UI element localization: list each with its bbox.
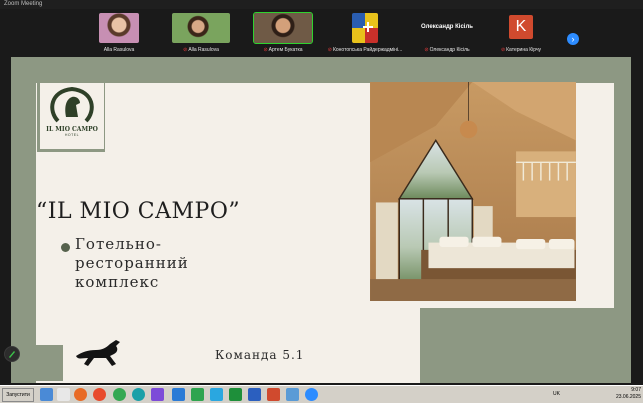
app-icon[interactable] [286, 388, 299, 401]
participant-name: ⊘Конотопська Райдержадміні... [327, 47, 403, 53]
powerpoint-icon[interactable] [267, 388, 280, 401]
mic-muted-icon: ⊘ [424, 47, 429, 53]
decor-square [420, 308, 618, 383]
participant-tile[interactable]: Олександр Кісіль ⊘Олександр Кісіль [408, 11, 486, 53]
mic-muted-icon: ⊘ [263, 47, 268, 53]
participant-avatar: K [509, 15, 533, 39]
clock-date: 23.06.2025 [615, 394, 641, 400]
system-clock[interactable]: 9:07 23.06.2025 [616, 387, 641, 401]
participant-name: ⊘Артем Букатка [263, 47, 303, 53]
participant-tile[interactable]: ⊘Артем Букатка [244, 11, 322, 53]
bullet-dot [61, 243, 70, 252]
participant-name: ⊘Олександр Кісіль [424, 47, 470, 53]
participant-tile[interactable]: K ⊘Катерина Кірчу [482, 11, 560, 53]
zoom-icon[interactable] [305, 388, 318, 401]
telegram-icon[interactable] [210, 388, 223, 401]
participant-tile[interactable]: ⊘Alla Rasulova [162, 11, 240, 53]
participant-gallery: Alla Rasulova ⊘Alla Rasulova ⊘Артем Бука… [0, 9, 643, 56]
opera-icon[interactable] [93, 388, 106, 401]
participant-tile[interactable]: Alla Rasulova [80, 11, 158, 53]
taskbar: Запустити UK 9:07 23.06.2025 [0, 385, 643, 403]
participant-video [172, 13, 230, 43]
language-indicator[interactable]: UK [553, 391, 560, 397]
window-title: Zoom Meeting [4, 1, 43, 7]
hotel-logo: IL MIO CAMPO HOTEL [40, 83, 104, 149]
start-button[interactable]: Запустити [2, 388, 34, 402]
participant-name: ⊘Катерина Кірчу [500, 47, 542, 53]
utorrent-icon[interactable] [191, 388, 204, 401]
mic-muted-icon: ⊘ [500, 47, 506, 53]
pen-icon [9, 351, 15, 358]
excel-icon[interactable] [229, 388, 242, 401]
participant-image [352, 13, 378, 43]
explorer-icon[interactable] [40, 388, 53, 401]
logo-sub-text: HOTEL [64, 133, 80, 137]
coat-of-arms-icon [352, 13, 378, 43]
clock-time: 9:07 [631, 387, 641, 393]
participant-display-name: Олександр Кісіль [421, 24, 473, 30]
participant-name: ⊘Alla Rasulova [183, 47, 219, 53]
decor-square [27, 345, 63, 381]
slide-subtitle: Готельно-ресторанний комплекс [75, 235, 189, 291]
horse-icon [76, 340, 120, 366]
logo-brand-text: IL MIO CAMPO [46, 126, 98, 133]
next-page-button[interactable]: › [567, 33, 579, 45]
word-icon[interactable] [248, 388, 261, 401]
mic-muted-icon: ⊘ [327, 47, 332, 53]
participant-video [253, 12, 313, 44]
edge-icon[interactable] [132, 388, 145, 401]
participant-tile[interactable]: ⊘Конотопська Райдержадміні... [326, 11, 404, 53]
save-icon[interactable] [172, 388, 185, 401]
team-label: Команда 5.1 [215, 348, 305, 362]
viber-icon[interactable] [151, 388, 164, 401]
chrome-icon[interactable] [113, 388, 126, 401]
horseshoe-logo-icon [50, 86, 94, 123]
mic-muted-icon: ⊘ [183, 47, 188, 53]
media-icon[interactable] [57, 388, 70, 401]
annotate-pen-icon[interactable] [4, 346, 20, 362]
hotel-room-photo [370, 82, 576, 301]
participant-video [99, 13, 139, 43]
participant-name: Alla Rasulova [103, 47, 135, 53]
firefox-icon[interactable] [74, 388, 87, 401]
slide-title: “IL MIO CAMPO” [36, 199, 241, 224]
window-titlebar: Zoom Meeting [0, 0, 643, 9]
